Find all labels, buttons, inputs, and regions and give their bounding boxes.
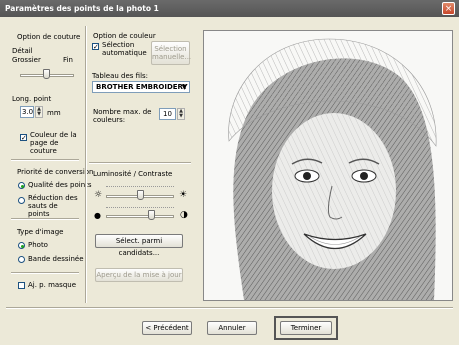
fabric-color-label: Couleur de la page de couture [30,131,77,155]
fine-label: Fin [63,56,73,64]
spin-down-icon[interactable]: ▼ [36,112,42,117]
finish-button[interactable]: Terminer [280,321,332,335]
mask-adjust-label: Aj. p. masque [28,281,77,289]
cancel-button[interactable]: Annuler [207,321,257,335]
image-type-header: Type d'image [17,228,64,236]
auto-select-checkbox[interactable]: ✓ [92,43,99,51]
image-type-cartoon-label: Bande dessinée [28,255,84,263]
conversion-priority-header: Priorité de conversion [17,168,94,176]
refresh-preview-button[interactable]: Aperçu de la mise à jour [95,268,183,282]
select-candidates-button[interactable]: Sélect. parmi candidats... [95,234,183,257]
thread-table-label: Tableau des fils: [92,72,149,80]
thread-table-select[interactable]: BROTHER EMBROIDERY ▼ [92,81,190,93]
priority-jump-reduction-radio[interactable] [18,197,25,204]
brightness-ticks [106,186,174,187]
divider [11,272,79,274]
stitch-length-label: Long. point [12,95,52,103]
stitch-length-stepper[interactable]: ▲ ▼ [35,106,43,118]
priority-quality-label: Qualité des points [28,181,92,189]
auto-select-label: Sélection automatique [102,41,147,57]
brightness-slider-thumb[interactable] [137,190,144,200]
max-colors-label: Nombre max. de couleurs: [93,108,152,124]
column-divider [85,26,87,303]
close-window-button[interactable]: × [442,2,455,15]
max-colors-stepper[interactable]: ▲ ▼ [177,108,185,120]
mask-adjust-checkbox[interactable] [18,282,25,289]
priority-quality-radio[interactable] [18,182,25,189]
brightness-contrast-header: Luminosité / Contraste [93,170,173,178]
stitch-length-unit: mm [47,109,61,117]
contrast-ticks [106,207,174,208]
image-type-cartoon-radio[interactable] [18,256,25,263]
divider [11,218,79,220]
brightness-high-icon: ☀ [179,190,188,200]
contrast-slider-track [106,215,174,218]
divider [89,162,191,164]
divider [11,159,79,161]
image-type-photo-label: Photo [28,241,48,249]
detail-label: Détail [12,47,33,55]
window-title-bar: Paramètres des points de la photo 1 [0,0,459,17]
thread-table-value: BROTHER EMBROIDERY [96,83,188,91]
image-type-photo-radio[interactable] [18,242,25,249]
coarse-label: Grossier [12,56,41,64]
divider [6,307,453,309]
max-colors-input[interactable]: 10 [159,108,176,120]
stitch-option-header: Option de couture [17,33,81,41]
stitch-length-input[interactable]: 3.0 [20,106,34,118]
close-icon: × [444,4,453,14]
contrast-slider-thumb[interactable] [148,210,155,220]
fabric-color-checkbox[interactable]: ✓ [20,134,27,142]
color-option-header: Option de couleur [93,32,156,40]
detail-slider-thumb[interactable] [43,69,50,79]
contrast-low-icon: ● [94,211,101,220]
manual-select-button[interactable]: Sélection manuelle... [151,41,191,65]
chevron-down-icon[interactable]: ▼ [182,82,187,92]
window-title: Paramètres des points de la photo 1 [5,4,159,13]
previous-button[interactable]: < Précédent [142,321,192,335]
priority-jump-reduction-label: Réduction des sauts de points [28,194,78,218]
stitch-preview-image [203,30,453,301]
spin-down-icon[interactable]: ▼ [178,114,184,119]
brightness-low-icon: ☼ [94,190,103,200]
contrast-high-icon: ◑ [180,210,188,220]
